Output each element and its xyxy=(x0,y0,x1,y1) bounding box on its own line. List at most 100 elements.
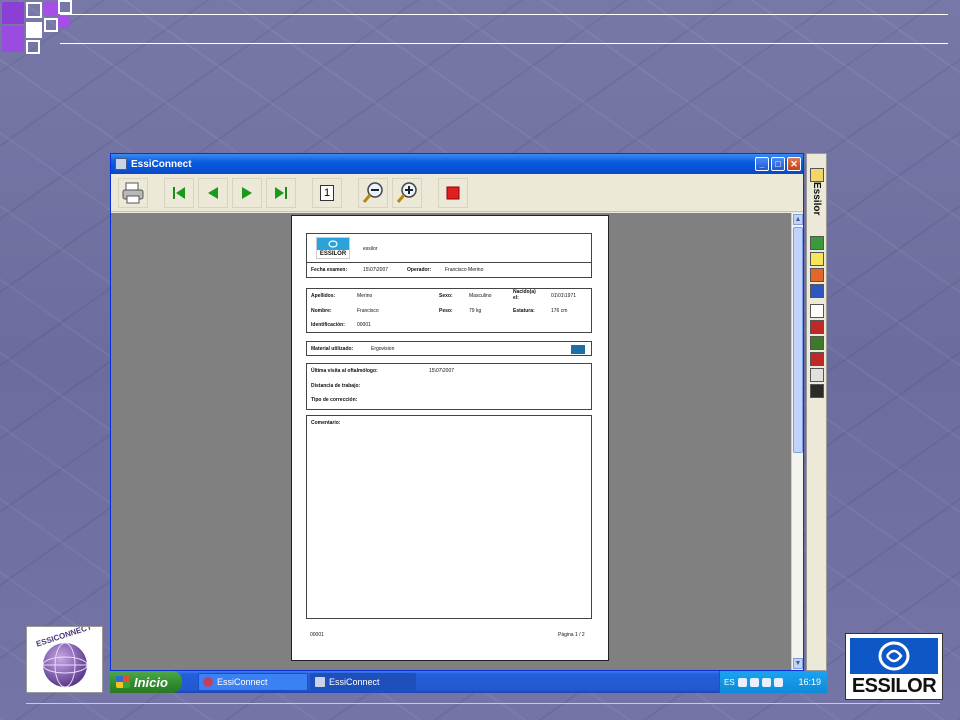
window-app-icon xyxy=(315,677,325,687)
taskbar-item-label: EssiConnect xyxy=(217,677,268,687)
patient-info-box: Apellidos: Merino Sexo: Masculino Nacido… xyxy=(306,288,592,333)
last-visit-label: Última visita al oftalmólogo: xyxy=(311,368,378,374)
visit-info-box: Última visita al oftalmólogo: 15\07\2007… xyxy=(306,363,592,410)
height-value: 176 cm xyxy=(551,308,568,314)
stop-icon xyxy=(446,186,460,199)
zoom-in-button[interactable] xyxy=(392,177,422,208)
born-label-2: el: xyxy=(513,295,519,301)
company-name: essilor xyxy=(363,246,378,252)
essilor-logo: ESSILOR xyxy=(845,633,943,700)
globe-icon xyxy=(42,642,88,688)
exam-date-value: 15\07\2007 xyxy=(363,267,389,273)
close-button[interactable]: ✕ xyxy=(787,157,801,171)
taskbar-item-essiconnect[interactable]: EssiConnect xyxy=(198,673,308,691)
footer-page-number: Página 1 / 2 xyxy=(558,632,585,638)
sex-label: Sexo: xyxy=(439,293,453,299)
zoom-out-icon xyxy=(362,181,383,203)
correction-label: Tipo de corrección: xyxy=(311,397,358,403)
last-visit-value: 15\07\2007 xyxy=(429,368,455,374)
word-icon[interactable] xyxy=(810,284,824,298)
previous-page-button[interactable] xyxy=(198,177,228,208)
vertical-scrollbar[interactable]: ▲ ▼ xyxy=(791,213,803,670)
arrow-right-icon xyxy=(242,186,252,199)
work-distance-label: Distancia de trabajo: xyxy=(311,383,361,389)
weight-value: 79 kg xyxy=(469,308,482,314)
born-value: 01\01\1971 xyxy=(551,293,577,299)
taskbar-item-label: EssiConnect xyxy=(329,677,380,687)
side-toolbar-brand: Essilor xyxy=(811,182,822,216)
slide-decoration xyxy=(0,0,80,60)
tool-icon-1[interactable] xyxy=(810,320,824,334)
windows-taskbar: Inicio EssiConnect EssiConnect ES 16:19 xyxy=(110,671,827,693)
start-label: Inicio xyxy=(134,674,168,690)
maximize-button[interactable]: □ xyxy=(771,157,785,171)
next-page-button[interactable] xyxy=(232,177,262,208)
essilor-logo-emblem xyxy=(850,638,938,674)
id-label: Identificación: xyxy=(311,322,345,328)
page-number-button[interactable]: 1 xyxy=(312,177,342,208)
minimize-button[interactable]: _ xyxy=(755,157,769,171)
tray-icon[interactable] xyxy=(761,677,771,687)
essilor-report-logo: ESSILOR xyxy=(316,237,350,259)
window-title: EssiConnect xyxy=(131,158,192,170)
surname-label: Apellidos: xyxy=(311,293,336,299)
excel-icon[interactable] xyxy=(810,236,824,250)
essilor-side-toolbar: Essilor xyxy=(806,153,827,671)
system-tray: ES 16:19 xyxy=(719,671,827,693)
report-toolbar: 1 xyxy=(111,174,803,212)
footer-id: 00001 xyxy=(310,632,324,638)
taskbar-item-essiconnect-active[interactable]: EssiConnect xyxy=(310,673,416,691)
notes-icon[interactable] xyxy=(810,252,824,266)
zoom-in-icon xyxy=(396,181,417,203)
report-header-box: ESSILOR essilor Fecha examen: 15\07\2007… xyxy=(306,233,592,278)
operator-value: Francisco Merino xyxy=(445,267,484,273)
arrow-left-icon xyxy=(208,186,218,199)
printer-icon xyxy=(122,182,144,203)
app-icon xyxy=(115,158,127,170)
tool-icon-4[interactable] xyxy=(810,368,824,382)
scrollbar-thumb[interactable] xyxy=(793,227,803,453)
folder-icon[interactable] xyxy=(810,168,824,182)
windows-flag-icon xyxy=(116,676,130,688)
height-label: Estatura: xyxy=(513,308,535,314)
last-page-button[interactable] xyxy=(266,177,296,208)
operator-label: Operador: xyxy=(407,267,432,273)
start-button[interactable]: Inicio xyxy=(110,671,182,693)
tray-icon[interactable] xyxy=(749,677,759,687)
name-label: Nombre: xyxy=(311,308,332,314)
exam-date-label: Fecha examen: xyxy=(311,267,348,273)
essiconnect-app-icon xyxy=(203,677,213,687)
material-value: Ergovision xyxy=(371,346,395,352)
powerpoint-icon[interactable] xyxy=(810,268,824,282)
print-button[interactable] xyxy=(118,177,148,208)
clock: 16:19 xyxy=(798,677,821,687)
window-titlebar[interactable]: EssiConnect _ □ ✕ xyxy=(111,154,803,174)
first-page-icon xyxy=(173,186,185,199)
document-icon[interactable] xyxy=(810,304,824,318)
tool-icon-5[interactable] xyxy=(810,384,824,398)
tray-icon[interactable] xyxy=(773,677,783,687)
first-page-button[interactable] xyxy=(164,177,194,208)
scroll-up-arrow[interactable]: ▲ xyxy=(793,214,803,225)
essiconnect-logo: ESSICONNECT xyxy=(26,626,103,693)
material-box: Material utilizado: Ergovision xyxy=(306,341,592,356)
scroll-down-arrow[interactable]: ▼ xyxy=(793,658,803,669)
material-label: Material utilizado: xyxy=(311,346,354,352)
tool-icon-3[interactable] xyxy=(810,352,824,366)
page-number: 1 xyxy=(320,184,334,201)
ergovision-icon xyxy=(571,345,585,354)
essilor-emblem-icon xyxy=(878,641,910,671)
name-value: Francisco xyxy=(357,308,379,314)
zoom-out-button[interactable] xyxy=(358,177,388,208)
tray-icon[interactable] xyxy=(737,677,747,687)
essilor-logo-text: ESSILOR xyxy=(851,675,937,697)
surname-value: Merino xyxy=(357,293,373,299)
language-indicator[interactable]: ES xyxy=(724,678,735,687)
report-viewer[interactable]: ESSILOR essilor Fecha examen: 15\07\2007… xyxy=(111,213,791,670)
slide-bottom-line xyxy=(26,703,940,704)
tool-icon-2[interactable] xyxy=(810,336,824,350)
slide-top-line xyxy=(60,43,948,44)
comment-box: Comentario: xyxy=(306,415,592,619)
comment-label: Comentario: xyxy=(311,420,341,426)
stop-button[interactable] xyxy=(438,177,468,208)
